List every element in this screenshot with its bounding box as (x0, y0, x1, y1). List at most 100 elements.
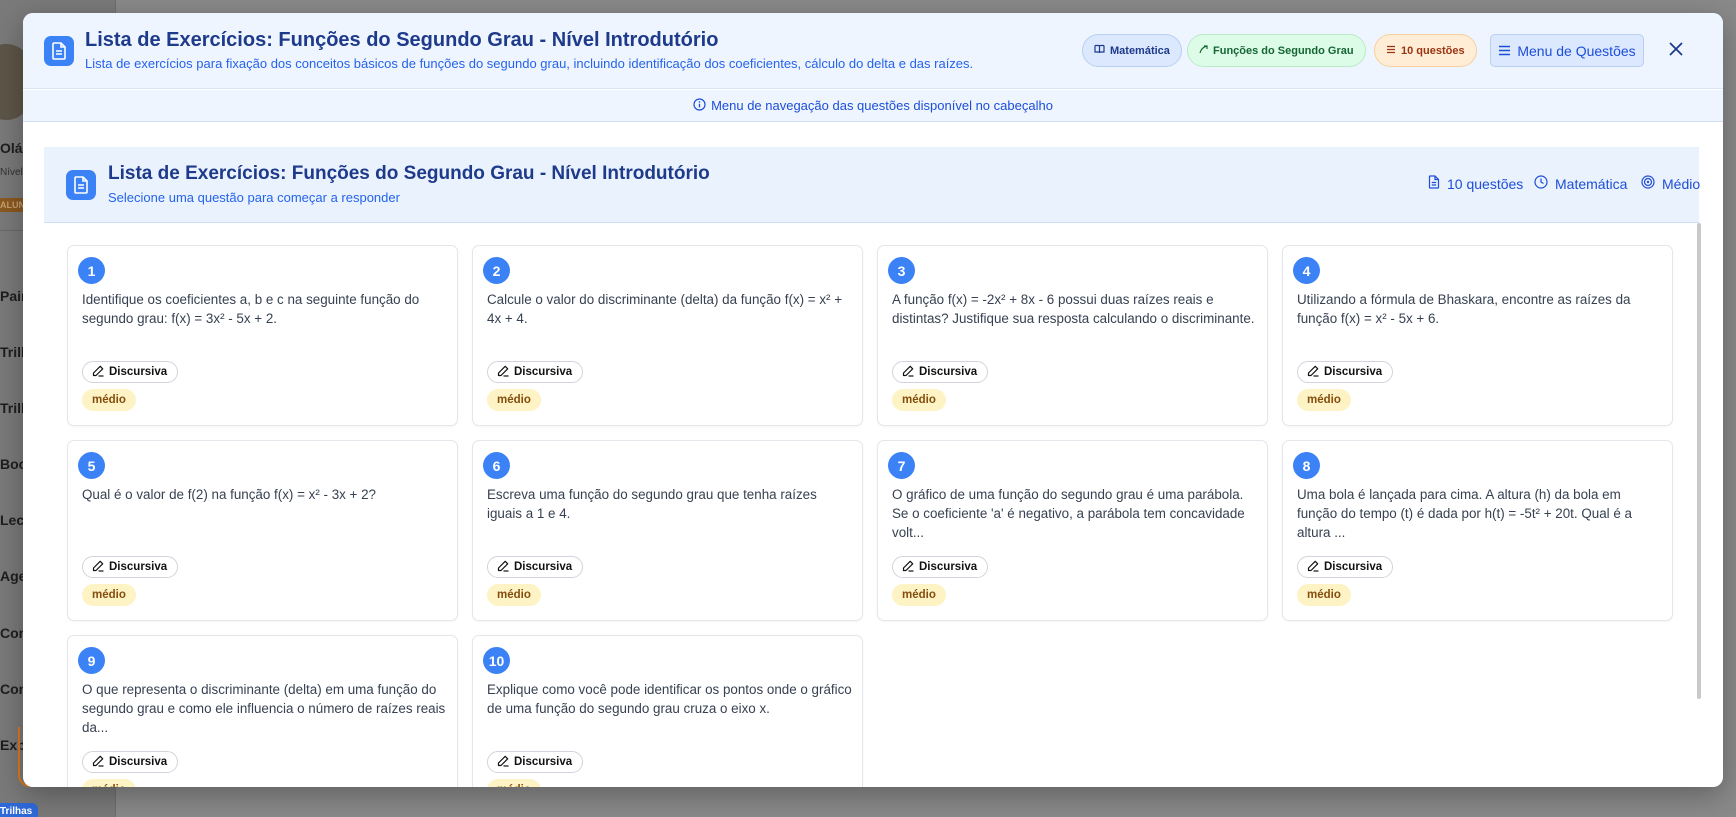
question-count-pill: 10 questões (1374, 34, 1477, 67)
clock-icon (1534, 175, 1548, 192)
question-number: 2 (483, 257, 510, 284)
document-icon (44, 36, 74, 66)
exercise-list-modal: Lista de Exercícios: Funções do Segundo … (23, 13, 1723, 787)
question-level-tag: médio (82, 779, 136, 787)
question-level-tag: médio (1297, 584, 1351, 606)
stat-difficulty: Médio (1641, 175, 1700, 192)
question-number: 5 (78, 452, 105, 479)
pencil-icon (92, 755, 104, 770)
stat-questions: 10 questões (1428, 175, 1523, 192)
question-card[interactable]: 6 Escreva uma função do segundo grau que… (472, 440, 863, 621)
navigation-info-bar: Menu de navegação das questões disponíve… (23, 90, 1723, 122)
question-card[interactable]: 10 Explique como você pode identificar o… (472, 635, 863, 787)
question-level-tag: médio (892, 389, 946, 411)
pencil-icon (497, 560, 509, 575)
menu-icon (1498, 43, 1511, 59)
book-icon (1094, 44, 1105, 57)
question-type-label: Discursiva (1324, 561, 1383, 573)
questions-menu-button[interactable]: Menu de Questões (1490, 34, 1644, 67)
subject-pill-label: Matemática (1110, 44, 1170, 57)
question-card[interactable]: 3 A função f(x) = -2x² + 8x - 6 possui d… (877, 245, 1268, 426)
question-level-tag: médio (82, 584, 136, 606)
question-type-tag: Discursiva (892, 361, 989, 383)
file-icon (1428, 175, 1440, 192)
question-type-label: Discursiva (109, 756, 168, 768)
list-header: Lista de Exercícios: Funções do Segundo … (44, 147, 1700, 223)
navigation-info-text: Menu de navegação das questões disponíve… (711, 98, 1053, 113)
background-chip[interactable]: Trilhas (0, 803, 38, 817)
question-number: 10 (483, 647, 510, 674)
question-text: Identifique os coeficientes a, b e c na … (82, 292, 420, 326)
topic-pill: Funções do Segundo Grau (1187, 34, 1366, 67)
pencil-icon (497, 755, 509, 770)
info-icon (693, 97, 706, 114)
question-level-tag: médio (1297, 389, 1351, 411)
question-card[interactable]: 7 O gráfico de uma função do segundo gra… (877, 440, 1268, 621)
question-type-tag: Discursiva (82, 361, 179, 383)
question-type-label: Discursiva (919, 366, 978, 378)
question-number: 9 (78, 647, 105, 674)
stat-subject: Matemática (1534, 175, 1627, 192)
question-type-label: Discursiva (919, 561, 978, 573)
modal-header: Lista de Exercícios: Funções do Segundo … (23, 13, 1723, 89)
question-type-tag: Discursiva (82, 751, 179, 773)
questions-menu-label: Menu de Questões (1517, 42, 1636, 59)
target-icon (1641, 175, 1655, 192)
pencil-icon (1307, 560, 1319, 575)
question-type-tag: Discursiva (487, 751, 584, 773)
pencil-icon (1307, 365, 1319, 380)
question-card[interactable]: 1 Identifique os coeficientes a, b e c n… (67, 245, 458, 426)
question-text: Escreva uma função do segundo grau que t… (487, 487, 817, 521)
question-text: Utilizando a fórmula de Bhaskara, encont… (1297, 292, 1631, 326)
question-number: 6 (483, 452, 510, 479)
question-level-tag: médio (892, 584, 946, 606)
question-type-label: Discursiva (514, 756, 573, 768)
question-level-tag: médio (487, 779, 541, 787)
stat-questions-label: 10 questões (1447, 175, 1524, 192)
question-number: 4 (1293, 257, 1320, 284)
question-number: 7 (888, 452, 915, 479)
question-type-tag: Discursiva (487, 361, 584, 383)
question-text: O que representa o discriminante (delta)… (82, 682, 446, 735)
question-type-label: Discursiva (109, 366, 168, 378)
question-type-tag: Discursiva (892, 556, 989, 578)
question-text: A função f(x) = -2x² + 8x - 6 possui dua… (892, 292, 1255, 326)
document-icon (66, 170, 96, 200)
question-text: Explique como você pode identificar os p… (487, 682, 852, 716)
list-icon (1386, 45, 1396, 57)
question-type-tag: Discursiva (1297, 556, 1394, 578)
pencil-icon (902, 365, 914, 380)
pencil-icon (902, 560, 914, 575)
stat-subject-label: Matemática (1555, 175, 1628, 192)
question-text: Calcule o valor do discriminante (delta)… (487, 292, 843, 326)
question-type-label: Discursiva (109, 561, 168, 573)
question-text: Qual é o valor de f(2) na função f(x) = … (82, 487, 376, 502)
question-card[interactable]: 2 Calcule o valor do discriminante (delt… (472, 245, 863, 426)
question-card[interactable]: 5 Qual é o valor de f(2) na função f(x) … (67, 440, 458, 621)
question-card[interactable]: 9 O que representa o discriminante (delt… (67, 635, 458, 787)
stat-difficulty-label: Médio (1662, 175, 1701, 192)
question-number: 1 (78, 257, 105, 284)
question-type-label: Discursiva (514, 366, 573, 378)
modal-title: Lista de Exercícios: Funções do Segundo … (85, 29, 719, 51)
question-number: 3 (888, 257, 915, 284)
question-level-tag: médio (82, 389, 136, 411)
pencil-icon (497, 365, 509, 380)
pencil-icon (92, 365, 104, 380)
pencil-icon (92, 560, 104, 575)
question-text: Uma bola é lançada para cima. A altura (… (1297, 487, 1632, 540)
question-type-tag: Discursiva (487, 556, 584, 578)
question-card[interactable]: 8 Uma bola é lançada para cima. A altura… (1282, 440, 1673, 621)
question-level-tag: médio (487, 584, 541, 606)
question-card[interactable]: 4 Utilizando a fórmula de Bhaskara, enco… (1282, 245, 1673, 426)
topic-pill-label: Funções do Segundo Grau (1213, 44, 1354, 57)
question-type-label: Discursiva (514, 561, 573, 573)
level-text: Nível (0, 167, 23, 178)
question-count-pill-label: 10 questões (1401, 44, 1465, 57)
question-type-tag: Discursiva (82, 556, 179, 578)
scrollbar[interactable] (1697, 223, 1701, 699)
close-button[interactable] (1664, 39, 1688, 63)
question-type-tag: Discursiva (1297, 361, 1394, 383)
list-subtitle: Selecione uma questão para começar a res… (108, 190, 400, 205)
modal-subtitle: Lista de exercícios para fixação dos con… (85, 56, 974, 71)
